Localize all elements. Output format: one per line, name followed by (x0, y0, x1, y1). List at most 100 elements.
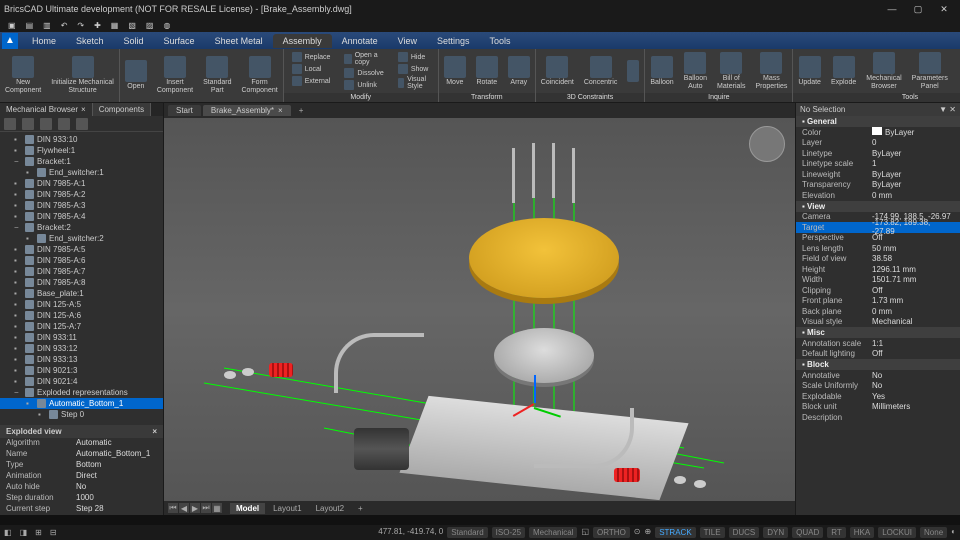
tree-item[interactable]: ▪DIN 933:11 (0, 332, 163, 343)
tree-item[interactable]: ▪DIN 125-A:5 (0, 299, 163, 310)
property-row[interactable]: Description (796, 412, 960, 423)
tree-item[interactable]: ▪DIN 7985-A:3 (0, 200, 163, 211)
qa-icon[interactable]: ▥ (39, 21, 55, 30)
chip-ortho[interactable]: ORTHO (593, 527, 630, 538)
tree-item[interactable]: ▪DIN 125-A:7 (0, 321, 163, 332)
max-button[interactable]: ▢ (906, 2, 930, 16)
status-iso[interactable]: ISO-25 (492, 527, 525, 538)
open-copy-button[interactable]: Open a copy (340, 51, 387, 67)
layout-1[interactable]: Layout1 (267, 503, 307, 514)
balloon-button[interactable]: Balloon (645, 49, 678, 93)
toolbar-icon[interactable] (40, 118, 52, 130)
tab-sketch[interactable]: Sketch (66, 34, 114, 48)
tree-item[interactable]: ▪DIN 7985-A:2 (0, 189, 163, 200)
close-icon[interactable]: × (81, 105, 86, 114)
insert-component-button[interactable]: Insert Component (152, 49, 198, 102)
balloon-auto-button[interactable]: Balloon Auto (679, 49, 712, 93)
tree-item[interactable]: ▪DIN 7985-A:5 (0, 244, 163, 255)
tree-item[interactable]: ▪Automatic_Bottom_1 (0, 398, 163, 409)
property-row[interactable]: LineweightByLayer (796, 169, 960, 180)
new-component-button[interactable]: New Component (0, 49, 46, 102)
property-row[interactable]: LinetypeByLayer (796, 148, 960, 159)
tab-settings[interactable]: Settings (427, 34, 480, 48)
tree-item[interactable]: ▪End_switcher:1 (0, 167, 163, 178)
status-icon[interactable]: ⊞ (35, 528, 42, 537)
tab-surface[interactable]: Surface (154, 34, 205, 48)
property-row[interactable]: Scale UniformlyNo (796, 381, 960, 392)
constraints-more[interactable] (622, 49, 644, 93)
status-icon[interactable]: ◧ (4, 528, 12, 537)
tree-item[interactable]: ▪End_switcher:2 (0, 233, 163, 244)
params-panel-button[interactable]: Parameters Panel (907, 49, 953, 93)
property-row[interactable]: PerspectiveOff (796, 233, 960, 244)
layout-last[interactable]: ⏭ (201, 503, 211, 513)
tab-sheetmetal[interactable]: Sheet Metal (205, 34, 273, 48)
dissolve-button[interactable]: Dissolve (340, 67, 387, 79)
mech-browser-button[interactable]: Mechanical Browser (861, 49, 906, 93)
section-header[interactable]: ▪ General (796, 116, 960, 127)
show-button[interactable]: Show (394, 63, 434, 75)
property-row[interactable]: AnnotativeNo (796, 370, 960, 381)
close-icon[interactable]: × (278, 106, 283, 115)
qa-icon[interactable]: ↶ (57, 21, 72, 30)
property-row[interactable]: Height1296.11 mm (796, 264, 960, 275)
section-header[interactable]: ▪ Block (796, 359, 960, 370)
tree-item[interactable]: ▪DIN 9021:4 (0, 376, 163, 387)
property-row[interactable]: Elevation0 mm (796, 190, 960, 201)
bom-button[interactable]: Bill of Materials (712, 49, 750, 93)
start-tab[interactable]: Start (168, 105, 201, 116)
open-button[interactable]: Open (120, 49, 152, 102)
tree-item[interactable]: ▪DIN 933:12 (0, 343, 163, 354)
tree-item[interactable]: ▪DIN 7985-A:7 (0, 266, 163, 277)
component-tree[interactable]: ▪DIN 933:10▪Flywheel:1−Bracket:1▪End_swi… (0, 132, 163, 425)
property-row[interactable]: Lens length50 mm (796, 243, 960, 254)
external-button[interactable]: External (288, 75, 335, 87)
move-button[interactable]: Move (439, 49, 471, 93)
chip-rt[interactable]: RT (827, 527, 846, 538)
tab-solid[interactable]: Solid (114, 34, 154, 48)
viewport[interactable] (164, 118, 795, 501)
property-row[interactable]: TransparencyByLayer (796, 180, 960, 191)
chip-strack[interactable]: STRACK (655, 527, 695, 538)
tree-item[interactable]: ▪DIN 7985-A:1 (0, 178, 163, 189)
app-icon[interactable]: ▲ (2, 33, 18, 49)
status-mech[interactable]: Mechanical (529, 527, 577, 538)
tree-item[interactable]: ▪DIN 9021:3 (0, 365, 163, 376)
property-row[interactable]: Block unitMillimeters (796, 402, 960, 413)
tree-item[interactable]: ▪DIN 7985-A:4 (0, 211, 163, 222)
chip-quad[interactable]: QUAD (792, 527, 823, 538)
toolbar-icon[interactable] (4, 118, 16, 130)
tab-annotate[interactable]: Annotate (332, 34, 388, 48)
tree-item[interactable]: ▪DIN 125-A:6 (0, 310, 163, 321)
status-icon[interactable]: ◨ (20, 528, 28, 537)
update-button[interactable]: Update (793, 49, 826, 93)
tree-item[interactable]: −Bracket:2 (0, 222, 163, 233)
property-row[interactable]: ClippingOff (796, 285, 960, 296)
components-tab[interactable]: Components (93, 103, 151, 116)
unlink-button[interactable]: Unlink (340, 79, 387, 91)
tree-item[interactable]: −Exploded representations (0, 387, 163, 398)
chip-tile[interactable]: TILE (700, 527, 725, 538)
qa-icon[interactable]: ▨ (142, 21, 158, 30)
tab-view[interactable]: View (388, 34, 427, 48)
property-row[interactable]: Target-173.82, 189.38, -27.89 (796, 222, 960, 233)
chip-dyn[interactable]: DYN (763, 527, 788, 538)
mech-browser-tab[interactable]: Mechanical Browser× (0, 103, 93, 116)
layout-model[interactable]: Model (230, 503, 265, 514)
section-header[interactable]: ▪ View (796, 201, 960, 212)
layout-2[interactable]: Layout2 (310, 503, 350, 514)
close-button[interactable]: ✕ (932, 2, 956, 16)
tree-item[interactable]: ▪Base_plate:1 (0, 288, 163, 299)
qa-icon[interactable]: ▦ (107, 21, 123, 30)
local-button[interactable]: Local (288, 63, 335, 75)
filter-icon[interactable]: ▼ ✕ (939, 105, 956, 114)
coincident-button[interactable]: Coincident (536, 49, 579, 93)
layout-add[interactable]: + (352, 503, 369, 514)
toolbar-icon[interactable] (58, 118, 70, 130)
tree-item[interactable]: ▪DIN 7985-A:6 (0, 255, 163, 266)
visual-style-button[interactable]: Visual Style (394, 75, 434, 91)
status-icon[interactable]: ⊙ (634, 527, 641, 538)
toolbar-icon[interactable] (22, 118, 34, 130)
layout-first[interactable]: ⏮ (168, 503, 178, 513)
tab-assembly[interactable]: Assembly (273, 34, 332, 48)
